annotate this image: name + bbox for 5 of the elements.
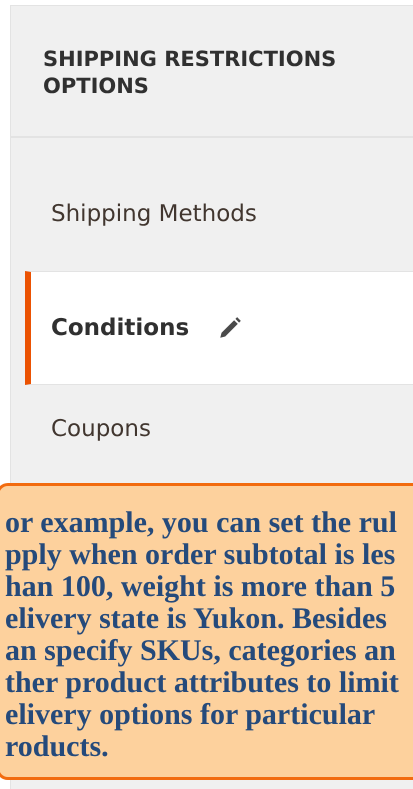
nav-tab[interactable]: Conditions — [25, 271, 413, 385]
panel-title: SHIPPING RESTRICTIONS OPTIONS — [11, 6, 413, 138]
callout-text: or example, you can set the rul pply when order subtotal is les han 100, weight is more than 5 elivery state is Yukon. Besides an specify SKUs, categories an ther product attributes to limit elivery options for particular roducts. — [5, 507, 400, 763]
nav-tab[interactable]: Shipping Methods — [25, 157, 413, 271]
nav-tab[interactable]: Coupons — [25, 385, 413, 473]
